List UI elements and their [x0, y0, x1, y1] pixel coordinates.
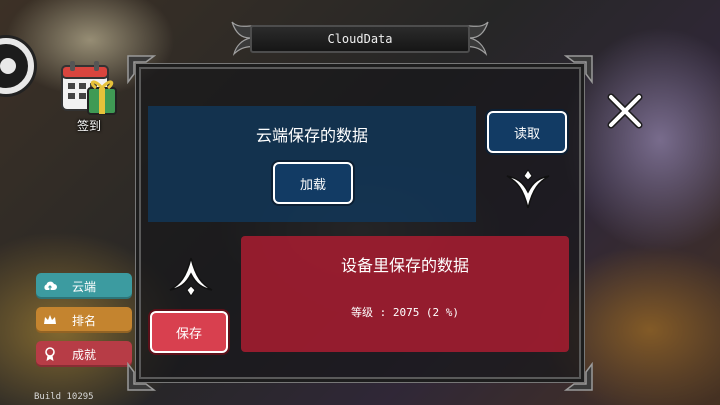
- device-data-title: 设备里保存的数据: [340, 256, 469, 275]
- sidebar-item-label: 排名: [71, 313, 96, 328]
- read-button[interactable]: 读取: [487, 111, 567, 153]
- build-number: Build 10295: [34, 392, 94, 402]
- calendar-icon[interactable]: [58, 58, 120, 118]
- cloud-icon: [44, 281, 57, 290]
- device-level-text: 等级 : 2075 (2 %): [350, 306, 460, 319]
- arrow-down-icon: [506, 169, 550, 209]
- sidebar-item-cloud[interactable]: 云端: [36, 273, 132, 299]
- save-button[interactable]: 保存: [150, 311, 228, 353]
- corner-ornament: [127, 362, 156, 391]
- close-icon[interactable]: [606, 92, 644, 130]
- dialog-title: CloudData: [250, 25, 470, 53]
- medal-icon: [45, 347, 55, 361]
- corner-ornament: [127, 55, 156, 84]
- sidebar-item-achievements[interactable]: 成就: [36, 341, 132, 367]
- arrow-up-icon: [169, 257, 213, 297]
- sidebar-item-label: 云端: [71, 279, 96, 294]
- load-button[interactable]: 加载: [273, 162, 353, 204]
- crown-icon: [44, 315, 56, 324]
- cloud-data-title: 云端保存的数据: [255, 126, 368, 145]
- sidebar-item-label: 成就: [71, 347, 96, 362]
- calendar-label: 签到: [76, 119, 101, 133]
- corner-ornament: [564, 362, 593, 391]
- sidebar-item-ranking[interactable]: 排名: [36, 307, 132, 333]
- corner-ornament: [564, 55, 593, 84]
